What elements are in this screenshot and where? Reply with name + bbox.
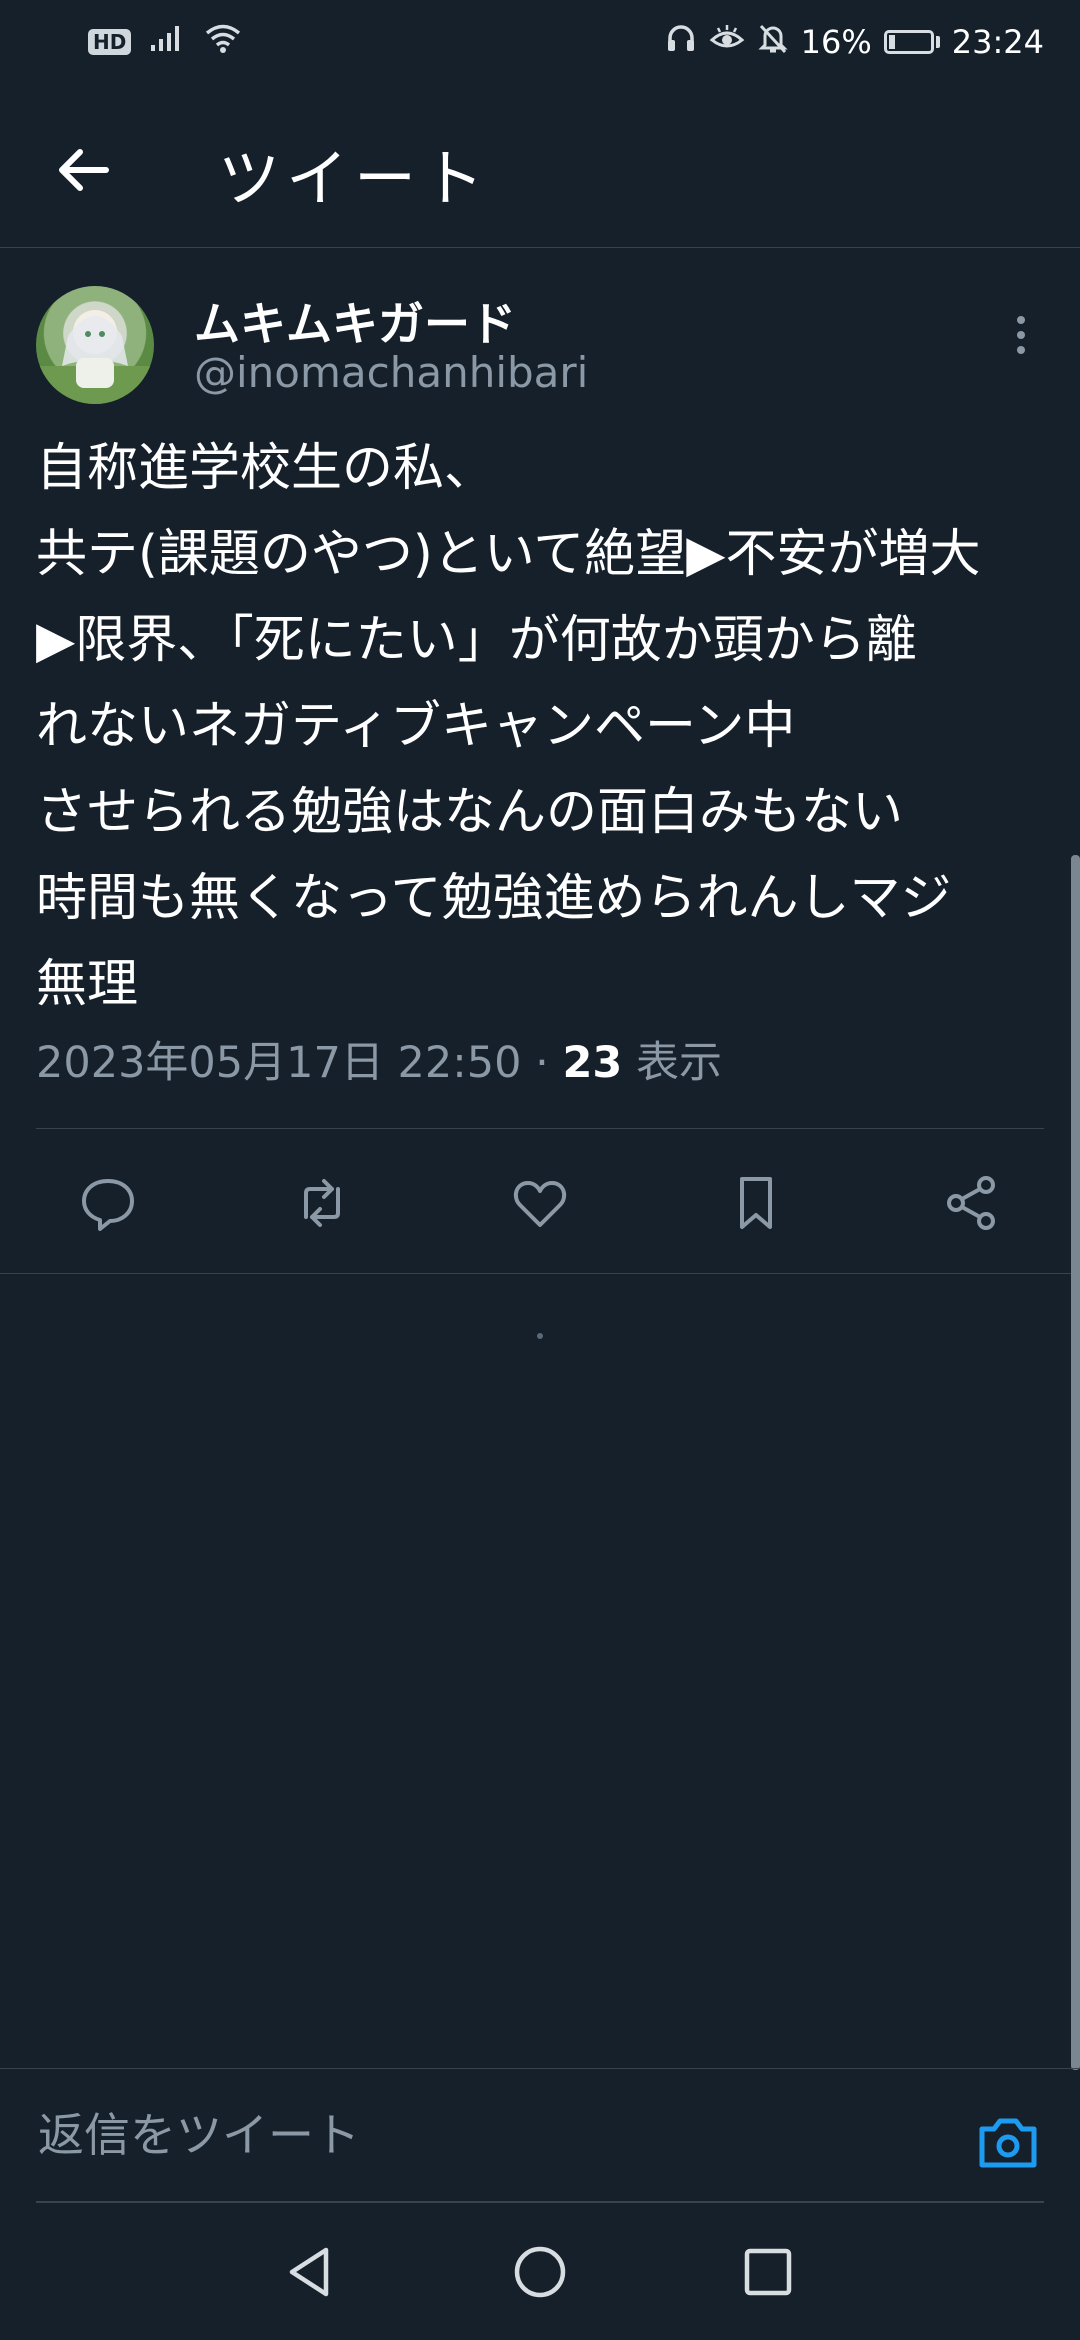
loading-indicator (537, 1333, 543, 1339)
reply-icon (82, 1179, 134, 1231)
nav-back-icon (289, 2247, 329, 2297)
reply-bar (0, 2068, 1080, 2203)
nav-home-button[interactable] (510, 2242, 570, 2302)
camera-button[interactable] (976, 2115, 1040, 2171)
retweet-icon (304, 1179, 340, 1227)
divider (0, 1273, 1080, 1274)
arrow-left-icon (59, 149, 109, 191)
camera-icon (979, 2118, 1037, 2168)
signal-icon (149, 23, 185, 61)
bookmark-icon (740, 1177, 772, 1229)
tweet-line: 時間も無くなって勉強進められんしマジ (36, 869, 952, 928)
like-icon (513, 1181, 567, 1227)
nav-recents-icon (744, 2248, 792, 2296)
battery-charging-icon (883, 30, 940, 54)
status-left: HD (88, 22, 243, 62)
status-time: 23:24 (951, 23, 1044, 61)
page-title: ツイート (218, 142, 491, 215)
status-bar: HD 16% 23:24 (0, 0, 1080, 82)
view-count[interactable]: 23 (562, 1038, 622, 1088)
reply-input[interactable] (36, 2069, 900, 2201)
bookmark-button[interactable] (726, 1173, 786, 1233)
battery-percent: 16% (800, 23, 872, 61)
tweet-text: 自称進学校生の私、 共テ(課題のやつ)といて絶望▶不安が増大 ▶限界、「死にたい… (36, 426, 1056, 1028)
retweet-button[interactable] (292, 1173, 352, 1233)
scrollbar[interactable] (1071, 855, 1080, 2070)
more-vertical-icon (1017, 316, 1025, 354)
app-header: ツイート (0, 82, 1080, 248)
nav-recents-button[interactable] (738, 2242, 798, 2302)
avatar[interactable] (36, 286, 154, 404)
status-right: 16% 23:24 (665, 22, 1044, 62)
tweet-line: させられる勉強はなんの面白みもない (36, 783, 904, 842)
back-button[interactable] (52, 138, 116, 202)
share-button[interactable] (942, 1173, 1002, 1233)
more-options-button[interactable] (1006, 308, 1036, 362)
tweet-line: ▶限界、「死にたい」が何故か頭から離 (36, 611, 917, 670)
display-name[interactable]: ムキムキガード (194, 288, 516, 354)
nav-home-icon (514, 2246, 566, 2298)
like-button[interactable] (510, 1173, 570, 1233)
views-label: 表示 (622, 1038, 722, 1088)
tweet-line: 共テ(課題のやつ)といて絶望▶不安が増大 (36, 525, 981, 584)
headphones-icon (665, 22, 697, 62)
eye-comfort-icon (709, 22, 745, 62)
tweet-line: 無理 (36, 955, 139, 1014)
system-nav-bar (0, 2202, 1080, 2340)
user-handle[interactable]: @inomachanhibari (194, 348, 588, 397)
notifications-off-icon (757, 22, 789, 62)
tweet-meta: 2023年05月17日 22:50 · 23 表示 (36, 1028, 722, 1090)
reply-button[interactable] (78, 1173, 138, 1233)
tweet-line: 自称進学校生の私、 (36, 439, 496, 498)
tweet-timestamp: 2023年05月17日 22:50 · (36, 1038, 563, 1088)
hd-badge: HD (88, 29, 132, 55)
tweet-actions (0, 1129, 1080, 1271)
wifi-icon (203, 22, 243, 62)
avatar-illustration-icon (36, 310, 154, 404)
tweet-line: れないネガティブキャンペーン中 (36, 697, 796, 756)
nav-back-button[interactable] (280, 2242, 340, 2302)
share-icon (947, 1176, 995, 1230)
